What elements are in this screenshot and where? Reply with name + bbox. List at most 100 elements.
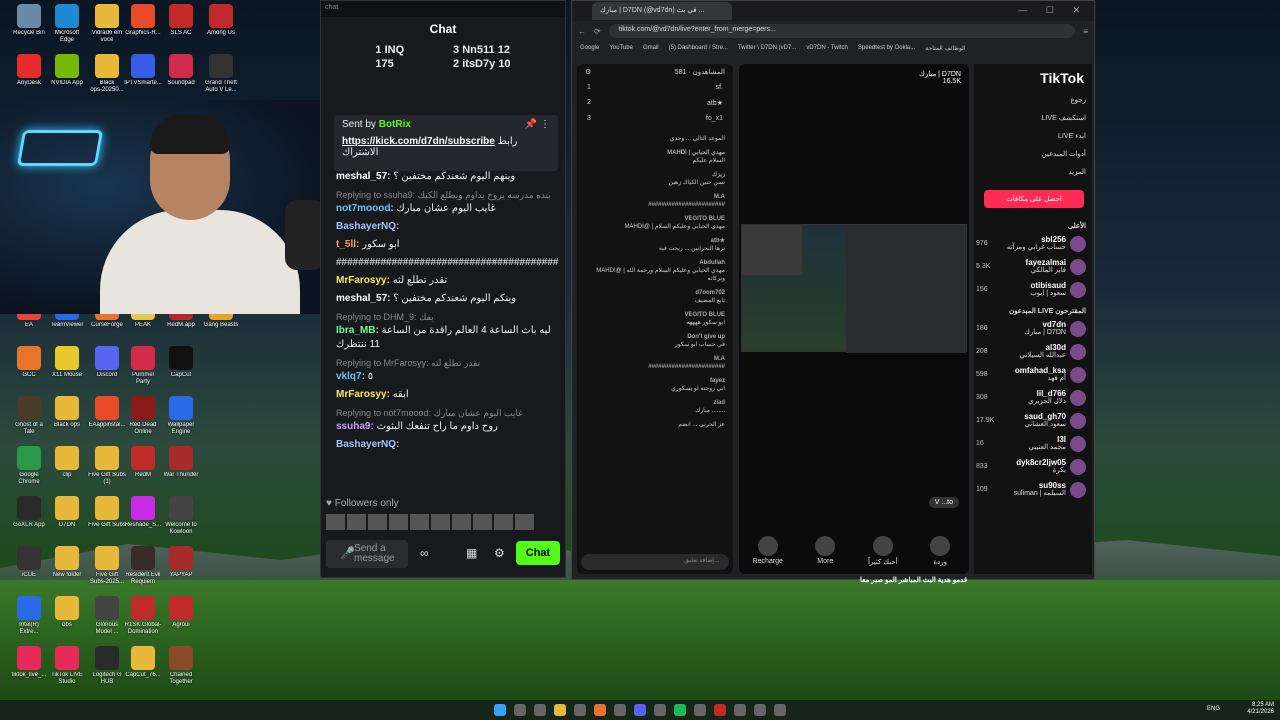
browser-tab[interactable]: مبارك | D7DN (@vd7dn) في بث ... (592, 2, 732, 20)
gift-item[interactable]: Recharge (748, 536, 788, 566)
windows-icon[interactable] (494, 704, 506, 716)
menu-icon[interactable]: ≡ (1083, 27, 1088, 36)
tiktok-username[interactable]: M.A (585, 193, 725, 201)
subscribe-link[interactable]: https://kick.com/d7dn/subscribe (342, 136, 495, 147)
chat-username[interactable]: BashayerNQ: (336, 221, 399, 232)
tiktok-username[interactable]: VEGITO BLUE (585, 215, 725, 223)
kick-message-list[interactable]: meshal_57: وينهم اليوم شعندكم مختفين ؟ Re… (332, 168, 562, 493)
gift-item[interactable]: وردة (920, 536, 960, 566)
desktop-icon[interactable]: Agroui (156, 596, 206, 629)
bookmark-item[interactable]: (5) Dashboard / Stre... (669, 45, 728, 51)
side-nav-item[interactable]: أدوات المبدعين (974, 146, 1086, 164)
chat-username[interactable]: MrFarosyy: (336, 275, 390, 286)
account-item[interactable]: 976 sbl256 حساب غرابي ومرآته (974, 232, 1086, 255)
desktop-icon[interactable]: Chained Together (156, 646, 206, 686)
tiktok-username[interactable]: Don't give up (585, 333, 725, 341)
rewards-button[interactable]: احصل على مكافآت (984, 190, 1084, 208)
account-item[interactable]: 17.9K saud_gh70 سعود الغشاني (974, 409, 1086, 432)
app-icon[interactable] (574, 704, 586, 716)
side-nav-item[interactable]: LIVE استكشف (974, 110, 1086, 128)
tiktok-username[interactable]: VEGITO BLUE (585, 311, 725, 319)
address-bar[interactable]: tiktok.com/@vd7dn/live?enter_from_merge=… (608, 24, 1076, 38)
host-info[interactable]: مبارك | D7DN 16.5K (919, 70, 961, 85)
bookmark-item[interactable]: Twitter \ D7DN (vD7... (738, 45, 796, 51)
bookmark-item[interactable]: vD7DN - Twitch (806, 45, 848, 51)
language-indicator[interactable]: ENG (1207, 706, 1220, 712)
chat-username[interactable]: BashayerNQ: (336, 439, 399, 450)
tiktok-message-list[interactable]: الموعد التالي ... وجدي MAHDI | مهدي الحبا… (577, 132, 733, 432)
gift-item[interactable]: أحبك كثيراً (863, 536, 903, 566)
account-item[interactable]: 186 vd7dn مبارك | D7DN (974, 317, 1086, 340)
emote-icon[interactable]: ∞ (420, 546, 429, 560)
account-item[interactable]: 208 al30d عبدالله السيلاني (974, 340, 1086, 363)
account-item[interactable]: 5.3K fayezalmai فايز المالكي (974, 255, 1086, 278)
app-icon[interactable] (594, 704, 606, 716)
gear-icon[interactable]: ⚙ (494, 546, 505, 560)
account-item[interactable]: 308 lil_d766 دلال الجزيري (974, 386, 1086, 409)
chat-username[interactable]: ssuha9: (336, 421, 374, 432)
bookmark-item[interactable]: Speedtest by Ookla... (858, 45, 915, 51)
send-chat-button[interactable]: Chat (516, 541, 560, 565)
tiktok-username[interactable]: fayez (585, 377, 725, 385)
bookmark-item[interactable]: الوظائف المتاحة (925, 45, 965, 52)
tiktok-logo[interactable]: TikTok (974, 64, 1086, 92)
search-icon[interactable] (514, 704, 526, 716)
top-viewer[interactable]: 1 sf. (577, 80, 733, 95)
store-icon[interactable]: ▦ (466, 546, 477, 560)
account-item[interactable]: 598 omfahad_ksa أم فهد (974, 363, 1086, 386)
app-icon[interactable] (654, 704, 666, 716)
viewer-pill[interactable]: V ...to (928, 497, 959, 508)
account-item[interactable]: 156 otibisaud سعود | ابوب (974, 278, 1086, 301)
tiktok-username[interactable]: Abdullah (585, 259, 725, 267)
chat-username[interactable]: MrFarosyy: (336, 389, 390, 400)
leaderboard-item-1[interactable]: 1 INQ 175 (375, 43, 404, 71)
desktop-icon[interactable]: Grand Theft Auto V Le... (196, 54, 246, 94)
tiktok-username[interactable]: ziad (585, 399, 725, 407)
chat-username[interactable]: Ibra_MB: (336, 325, 379, 336)
pin-icon[interactable]: 📌 ⋮ (525, 119, 550, 130)
chat-username[interactable]: not7moood: (336, 203, 394, 214)
clock[interactable]: 8:25 AM 4/21/2026 (1247, 702, 1274, 716)
tiktok-username[interactable]: MAHDI | مهدي الحبابي (585, 149, 725, 157)
app-icon[interactable] (754, 704, 766, 716)
side-nav-item[interactable]: رجوع (974, 92, 1086, 110)
top-viewer[interactable]: 3 fo_x1 (577, 111, 733, 126)
pinned-message[interactable]: Sent by BotRix 📌 ⋮ https://kick.com/d7dn… (334, 115, 558, 171)
tiktok-username[interactable]: M.A (585, 355, 725, 363)
app-icon[interactable] (614, 704, 626, 716)
gear-icon[interactable]: ⚙ (585, 68, 591, 76)
window-controls[interactable]: — ☐ ✕ (1018, 5, 1088, 16)
tiktok-username[interactable]: d7oom702 (585, 289, 725, 297)
app-icon[interactable] (774, 704, 786, 716)
desktop-icon[interactable]: Welcome to Kowloon (156, 496, 206, 536)
side-nav-item[interactable]: المزيد (974, 164, 1086, 182)
desktop-icon[interactable]: War Thunder (156, 446, 206, 479)
viewers-label[interactable]: المشاهدون · 581 (675, 68, 725, 76)
tiktok-username[interactable]: زيزك (585, 171, 725, 179)
gift-item[interactable]: More (805, 536, 845, 566)
comment-input[interactable]: إضافة تعليق... (581, 554, 729, 570)
live-video[interactable]: مبارك | D7DN 16.5K V ...to Recharge More أح… (739, 64, 969, 574)
leaderboard-item-2[interactable]: 3 Nn511 12 2 itsD7y 10 (453, 43, 511, 71)
side-nav-item[interactable]: LIVE ابدء (974, 128, 1086, 146)
chat-username[interactable]: meshal_57: (336, 171, 390, 182)
desktop-icon[interactable]: Wallpaper Engine (156, 396, 206, 436)
app-icon[interactable] (714, 704, 726, 716)
chat-username[interactable]: vklq7: (336, 371, 365, 382)
back-icon[interactable]: ← (578, 27, 586, 36)
tiktok-username[interactable]: atb★ (585, 237, 725, 245)
app-icon[interactable] (534, 704, 546, 716)
bookmark-item[interactable]: YouTube (609, 45, 633, 51)
account-item[interactable]: 833 dyk8cr2ljw05 بكرة (974, 455, 1086, 478)
app-icon[interactable] (634, 704, 646, 716)
desktop-icon[interactable]: CapCut (156, 346, 206, 379)
microphone-icon[interactable]: 🎤 (340, 546, 355, 560)
account-item[interactable]: 109 su90ss suliman | السيلمه (974, 478, 1086, 501)
kick-message-input[interactable]: Send a message (326, 540, 408, 568)
app-icon[interactable] (734, 704, 746, 716)
reload-icon[interactable]: ⟳ (594, 27, 601, 36)
bookmark-item[interactable]: Gmail (643, 45, 659, 51)
bookmark-item[interactable]: Google (580, 45, 599, 51)
chat-username[interactable]: meshal_57: (336, 293, 390, 304)
app-icon[interactable] (674, 704, 686, 716)
